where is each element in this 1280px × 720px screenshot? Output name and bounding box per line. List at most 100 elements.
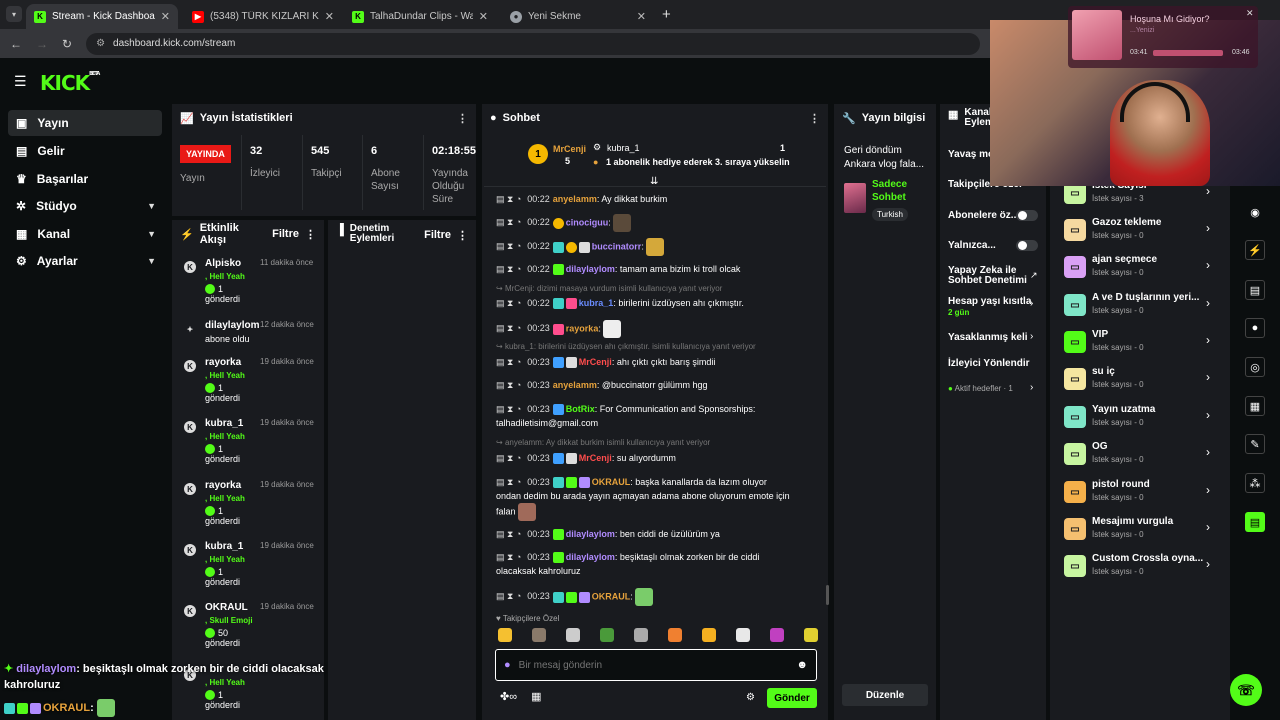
reward-item[interactable]: ▭ OG İstek sayısı - 0 › [1064, 439, 1214, 471]
mod-tools-icon[interactable]: ▤ ⧗ ◔ [496, 241, 521, 251]
mod-tools-icon[interactable]: ▤ ⧗ ◔ [496, 264, 521, 274]
raid-setting[interactable]: İzleyici Yönlendir [948, 358, 1030, 369]
category-name[interactable]: Sadece Sohbet [872, 178, 932, 204]
emote-icon[interactable] [566, 628, 580, 642]
emote-icon[interactable] [668, 628, 682, 642]
chat-message-input[interactable] [518, 659, 789, 671]
browser-tab-youtube[interactable]: ▶ (5348) TÜRK KIZLARI KEKO MU ✕ [184, 4, 342, 29]
mod-tools-icon[interactable]: ▤ ⧗ ◔ [496, 404, 521, 414]
external-link-icon[interactable]: ↗ [1030, 270, 1038, 281]
reward-item[interactable]: ▭ Gazoz tekleme İstek sayısı - 0 › [1064, 215, 1214, 247]
reward-item[interactable]: ▭ VIP İstek sayısı - 0 › [1064, 327, 1214, 359]
mod-tools-icon[interactable]: ▤ ⧗ ◔ [496, 323, 521, 333]
more-options-icon[interactable]: ⋮ [457, 229, 468, 242]
subs-only-setting[interactable]: Abonelere öz... [948, 210, 1019, 221]
sidebar-item-yayin[interactable]: ▣ Yayın [8, 110, 162, 136]
emote-icon[interactable] [804, 628, 818, 642]
sidebar-item-studyo[interactable]: ✲ Stüdyo ▼ [8, 193, 162, 219]
kicks-icon[interactable]: ✤∞ [500, 690, 517, 703]
scroll-down-icon[interactable]: ⇊ [650, 176, 658, 187]
reward-item[interactable]: ▭ A ve D tuşlarının yeri... İstek sayısı -… [1064, 290, 1214, 322]
subs-only-toggle[interactable] [1016, 210, 1038, 221]
sidebar-item-ayarlar[interactable]: ⚙ Ayarlar ▼ [8, 248, 162, 274]
emote-icon[interactable] [736, 628, 750, 642]
chat-bubble-icon[interactable]: ● [1245, 318, 1265, 338]
chat-input-box[interactable]: ● ☻ [495, 649, 817, 681]
support-chat-button[interactable]: ☏ [1230, 674, 1262, 706]
reload-icon[interactable]: ↻ [62, 37, 72, 51]
send-button[interactable]: Gönder [767, 688, 817, 708]
kick-logo[interactable]: KICKBETA [40, 71, 100, 95]
wrench-icon[interactable]: ✎ [1245, 434, 1265, 454]
mod-tools-icon[interactable]: ▤ ⧗ ◔ [496, 217, 521, 227]
mod-tools-icon[interactable]: ▤ ⧗ ◔ [496, 380, 521, 390]
site-info-icon[interactable]: ⚙ [96, 38, 105, 49]
chevron-right-icon[interactable]: › [1030, 331, 1033, 342]
close-tab-icon[interactable]: ✕ [637, 10, 646, 23]
reward-item[interactable]: ▭ su iç İstek sayısı - 0 › [1064, 364, 1214, 396]
close-tab-icon[interactable]: ✕ [161, 10, 170, 23]
emote-icon[interactable] [770, 628, 784, 642]
emote-icon[interactable] [532, 628, 546, 642]
mod-tools-icon[interactable]: ▤ ⧗ ◔ [496, 453, 521, 463]
lightning-icon[interactable]: ⚡ [1245, 240, 1265, 260]
language-tag[interactable]: Turkish [872, 208, 908, 221]
microphone-icon[interactable]: ● [504, 659, 511, 671]
sidebar-item-kanal[interactable]: ▦ Kanal ▼ [8, 221, 162, 247]
layout-icon[interactable]: ▦ [1245, 396, 1265, 416]
reward-item[interactable]: ▭ Custom Crossla oyna... İstek sayısı - 0 › [1064, 551, 1214, 583]
emotes-only-setting[interactable]: Yalnızca... [948, 240, 996, 251]
reward-item[interactable]: ▭ Mesajımı vurgula İstek sayısı - 0 › [1064, 514, 1214, 546]
reply-context[interactable]: ↪ MrCenji: dizimi masaya vurdum isimli k… [496, 284, 722, 293]
share-icon[interactable]: ⁂ [1245, 473, 1265, 493]
reply-context[interactable]: ↪ anyelamm: Ay dikkat burkim isimli kull… [496, 438, 710, 447]
chevron-right-icon[interactable]: › [1030, 382, 1033, 393]
close-tab-icon[interactable]: ✕ [479, 10, 488, 23]
chat-settings-icon[interactable]: ⚙ [746, 692, 755, 703]
new-tab-button[interactable]: + [662, 6, 671, 23]
slow-mode-setting[interactable]: Yavaş mo [948, 149, 994, 160]
activity-filter-button[interactable]: Filtre [272, 228, 299, 240]
close-icon[interactable]: ✕ [1246, 8, 1254, 19]
more-options-icon[interactable]: ⋮ [305, 228, 316, 241]
hamburger-menu-icon[interactable]: ☰ [14, 73, 27, 90]
mod-tools-icon[interactable]: ▤ ⧗ ◔ [496, 477, 521, 487]
more-options-icon[interactable]: ⋮ [457, 112, 468, 125]
more-options-icon[interactable]: ⋮ [809, 112, 820, 125]
banned-words-setting[interactable]: Yasaklanmış keli [948, 332, 1028, 343]
emotes-only-toggle[interactable] [1016, 240, 1038, 251]
moderation-filter-button[interactable]: Filtre [424, 229, 451, 241]
mod-tools-icon[interactable]: ▤ ⧗ ◔ [496, 529, 521, 539]
reward-item[interactable]: ▭ pistol round İstek sayısı - 0 › [1064, 477, 1214, 509]
chevron-right-icon[interactable]: › [1030, 298, 1033, 309]
clapperboard-icon[interactable]: ▤ [1245, 512, 1265, 532]
ai-moderation-setting[interactable]: Yapay Zeka ile Sohbet Denetimi [948, 266, 1027, 286]
store-icon[interactable]: ▦ [531, 690, 541, 703]
active-goals-setting[interactable]: ● Aktif hedefler · 1 [948, 384, 1013, 393]
chat-scrollbar[interactable] [826, 585, 829, 605]
emote-icon[interactable] [498, 628, 512, 642]
account-age-setting[interactable]: Hesap yaşı kısıtla [948, 296, 1031, 307]
sidebar-item-basarilar[interactable]: ♛ Başarılar [8, 166, 162, 192]
mod-tools-icon[interactable]: ▤ ⧗ ◔ [496, 298, 521, 308]
reward-item[interactable]: ▭ Yayın uzatma İstek sayısı - 0 › [1064, 402, 1214, 434]
mod-tools-icon[interactable]: ▤ ⧗ ◔ [496, 591, 521, 601]
forward-icon[interactable]: → [36, 37, 48, 51]
url-field[interactable]: ⚙ dashboard.kick.com/stream [86, 32, 980, 55]
mod-tools-icon[interactable]: ▤ ⧗ ◔ [496, 357, 521, 367]
mod-tools-icon[interactable]: ▤ ⧗ ◔ [496, 552, 521, 562]
emote-icon[interactable] [702, 628, 716, 642]
sidebar-item-gelir[interactable]: ▤ Gelir [8, 138, 162, 164]
close-tab-icon[interactable]: ✕ [325, 10, 334, 23]
emote-icon[interactable] [634, 628, 648, 642]
emote-icon[interactable] [600, 628, 614, 642]
broadcast-icon[interactable]: ◎ [1245, 357, 1265, 377]
browser-tab-clips[interactable]: K TalhaDundar Clips - Watch Live ✕ [344, 4, 496, 29]
reward-item[interactable]: ▭ ajan seçmece İstek sayısı - 0 › [1064, 252, 1214, 284]
reply-context[interactable]: ↪ kubra_1: birilerini üzdüysen ahı çıkmı… [496, 342, 756, 351]
back-icon[interactable]: ← [10, 37, 22, 51]
camera-icon[interactable]: ◉ [1245, 202, 1265, 222]
tab-search-icon[interactable]: ▾ [6, 6, 22, 22]
emoji-icon[interactable]: ☻ [796, 659, 808, 671]
mod-tools-icon[interactable]: ▤ ⧗ ◔ [496, 194, 521, 204]
